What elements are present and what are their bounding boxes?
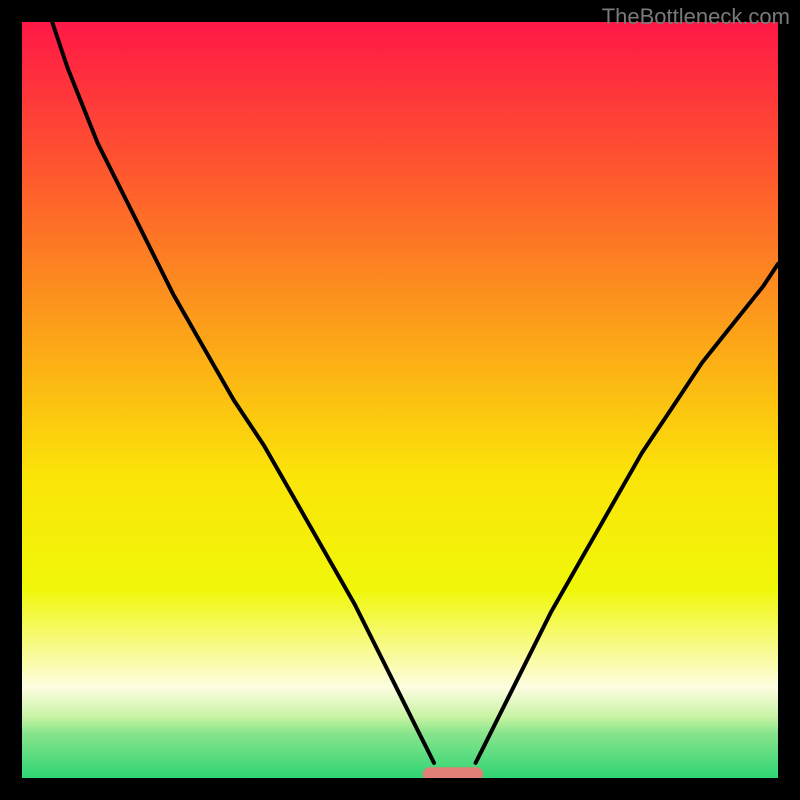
frame-left xyxy=(0,0,22,800)
bottleneck-chart: TheBottleneck.com xyxy=(0,0,800,800)
gradient-background xyxy=(22,22,778,778)
attribution-label: TheBottleneck.com xyxy=(602,4,790,30)
frame-right xyxy=(778,0,800,800)
frame-bottom xyxy=(0,778,800,800)
chart-canvas xyxy=(0,0,800,800)
